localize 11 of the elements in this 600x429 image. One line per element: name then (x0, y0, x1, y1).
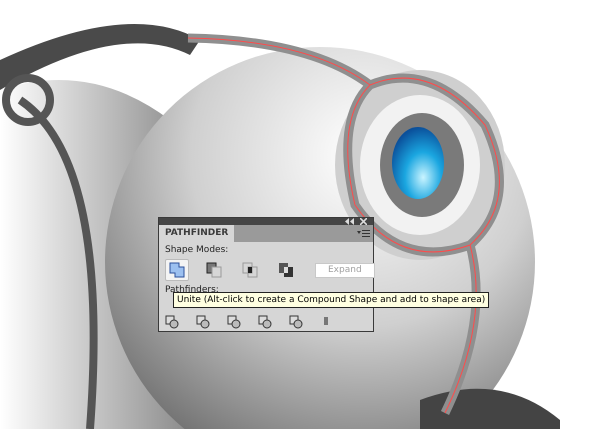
outline-icon[interactable] (289, 315, 303, 329)
panel-tab[interactable]: PATHFINDER (159, 225, 234, 242)
divide-icon[interactable] (165, 315, 179, 329)
merge-icon[interactable] (227, 315, 241, 329)
crop-icon[interactable] (258, 315, 272, 329)
panel-menu-icon[interactable] (357, 230, 370, 237)
close-icon[interactable] (360, 218, 369, 225)
unite-icon[interactable] (165, 259, 189, 281)
section-label: Shape Modes: (165, 245, 230, 256)
trim-icon[interactable] (196, 315, 210, 329)
tooltip: Unite (Alt-click to create a Compound Shape and add to shape area) (173, 292, 490, 308)
